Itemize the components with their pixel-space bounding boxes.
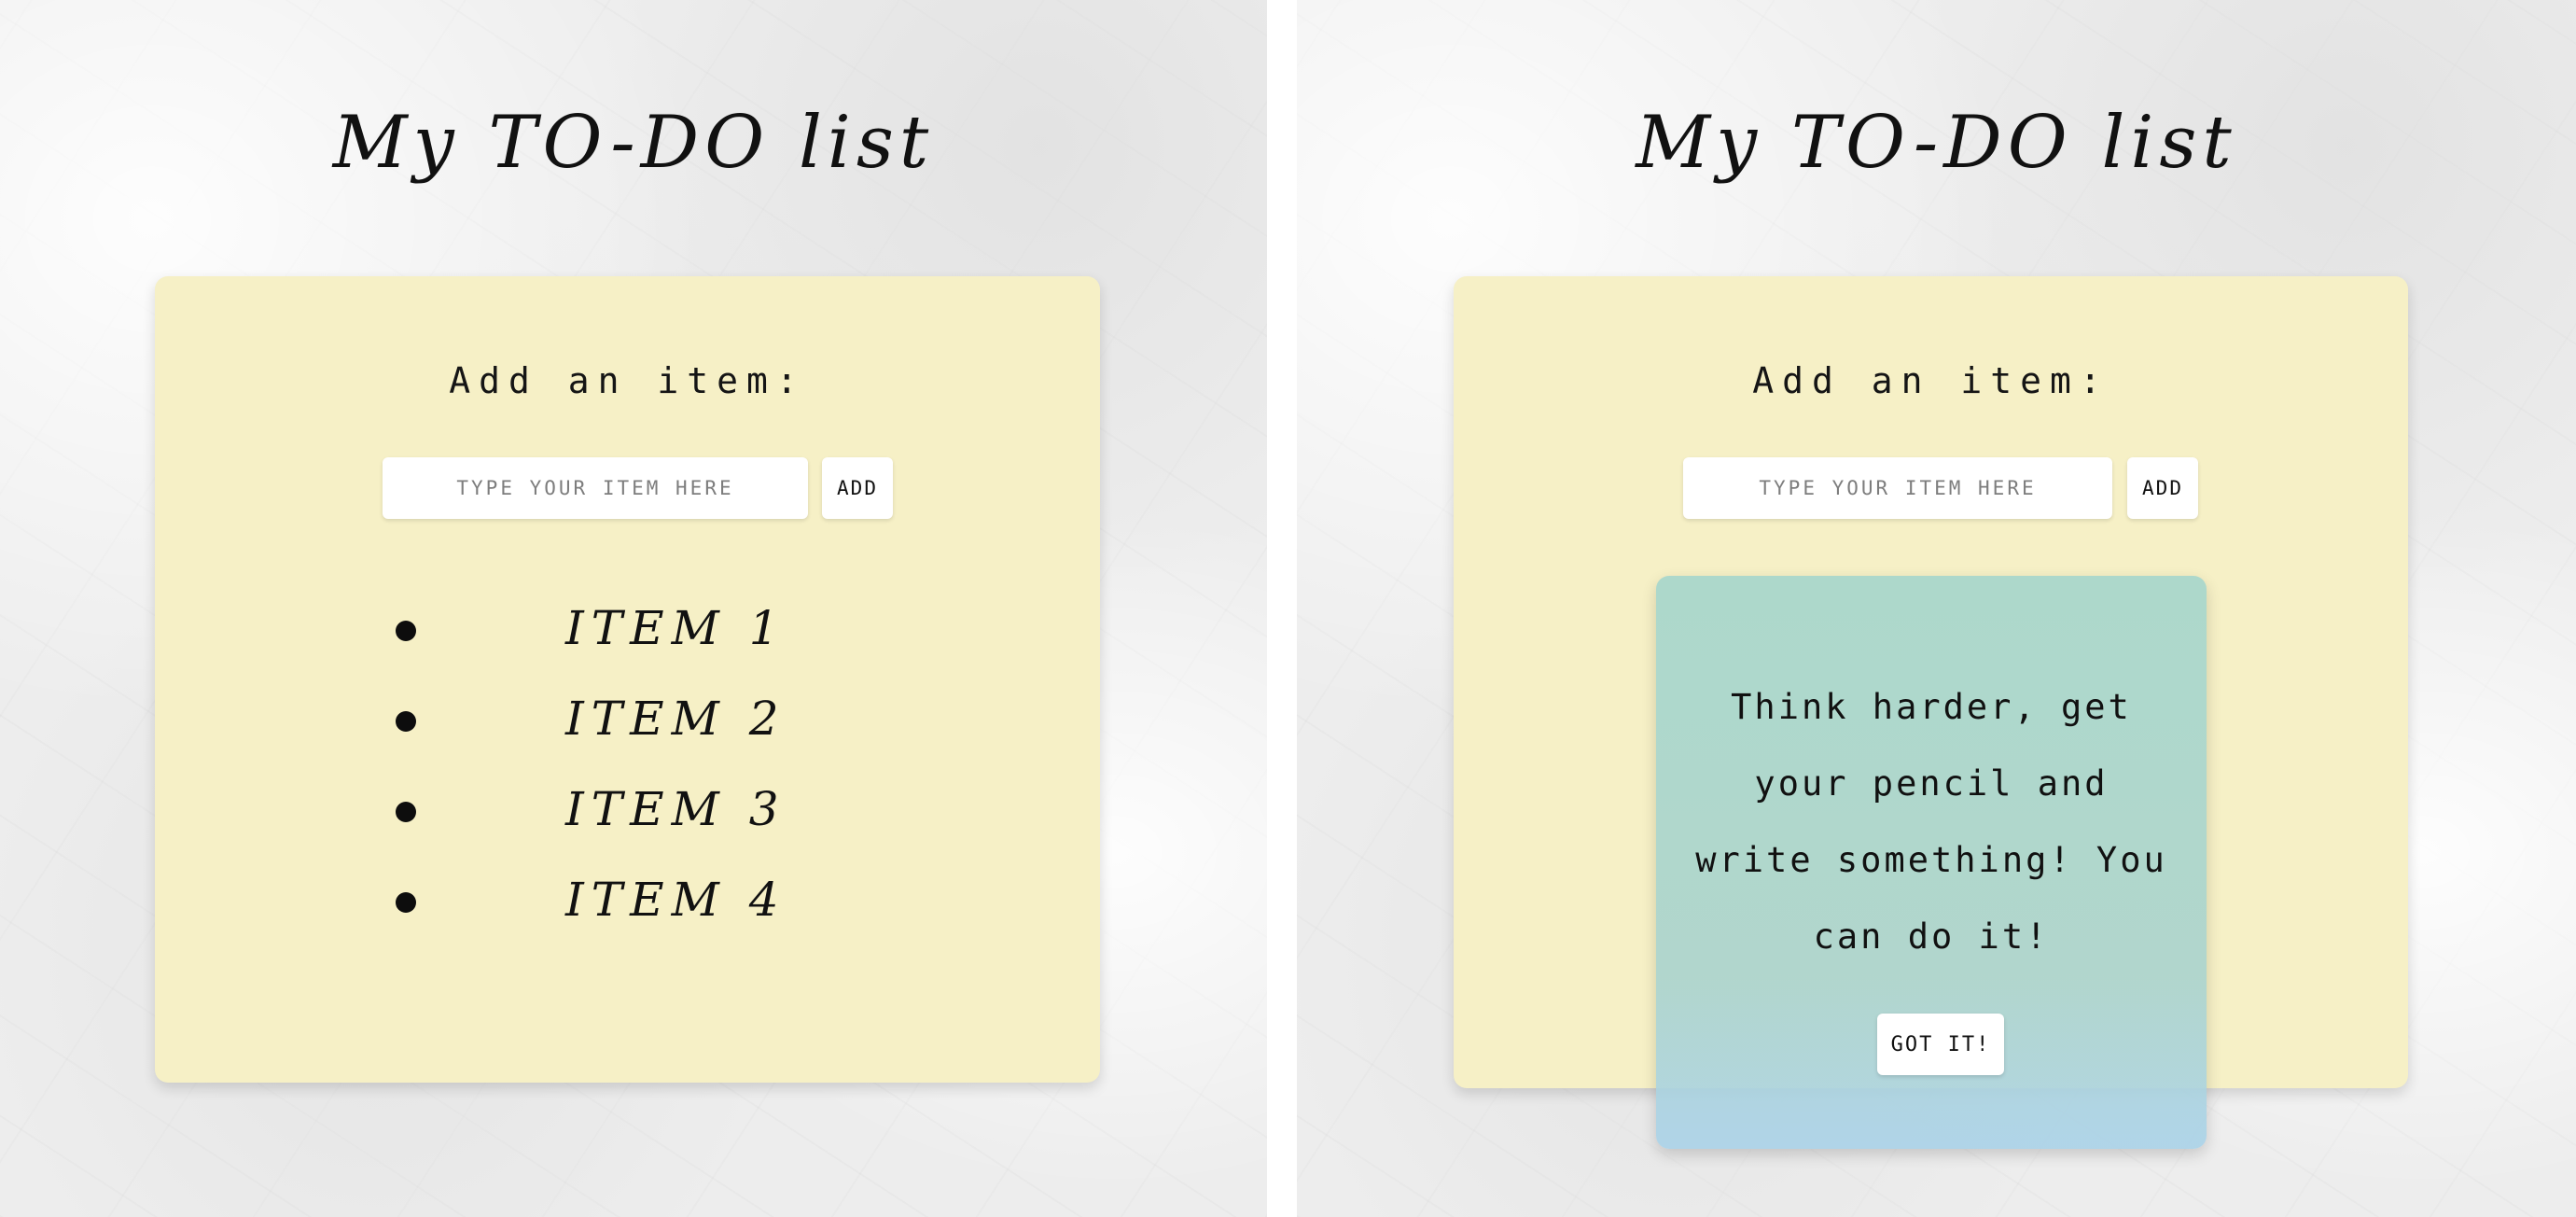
list-item-text: ITEM 4 bbox=[565, 873, 787, 927]
bullet-icon bbox=[396, 711, 416, 732]
modal-message: Think harder, get your pencil and write … bbox=[1695, 687, 2167, 957]
todo-screen-empty-warning: My TO-DO list Add an item: ADD Think har… bbox=[1297, 0, 2576, 1217]
list-item[interactable]: ITEM 2 bbox=[155, 684, 1100, 775]
list-item-text: ITEM 2 bbox=[565, 692, 787, 746]
got-it-button[interactable]: GOT IT! bbox=[1877, 1014, 2004, 1075]
bullet-icon bbox=[396, 892, 416, 913]
add-button[interactable]: ADD bbox=[822, 457, 893, 519]
add-item-form: ADD bbox=[155, 457, 1100, 519]
sticky-note-card: Add an item: ADD ITEM 1 ITEM 2 ITEM 3 IT… bbox=[155, 276, 1100, 1083]
list-item[interactable]: ITEM 3 bbox=[155, 775, 1100, 865]
todo-list: ITEM 1 ITEM 2 ITEM 3 ITEM 4 bbox=[155, 594, 1100, 956]
list-item[interactable]: ITEM 4 bbox=[155, 865, 1100, 956]
add-item-form: ADD bbox=[1454, 457, 2408, 519]
item-input[interactable] bbox=[383, 457, 808, 519]
add-item-label: Add an item: bbox=[449, 360, 806, 401]
empty-item-alert-modal: Think harder, get your pencil and write … bbox=[1656, 576, 2207, 1149]
panel-divider bbox=[1267, 0, 1297, 1217]
add-item-label: Add an item: bbox=[1752, 360, 2110, 401]
list-item-text: ITEM 3 bbox=[565, 782, 787, 836]
item-input[interactable] bbox=[1683, 457, 2112, 519]
bullet-icon bbox=[396, 802, 416, 822]
todo-screen-default: My TO-DO list Add an item: ADD ITEM 1 IT… bbox=[0, 0, 1267, 1217]
list-item[interactable]: ITEM 1 bbox=[155, 594, 1100, 684]
page-title: My TO-DO list bbox=[332, 101, 935, 185]
list-item-text: ITEM 1 bbox=[565, 601, 787, 655]
bullet-icon bbox=[396, 621, 416, 641]
add-button[interactable]: ADD bbox=[2127, 457, 2198, 519]
page-title: My TO-DO list bbox=[1636, 101, 2237, 185]
